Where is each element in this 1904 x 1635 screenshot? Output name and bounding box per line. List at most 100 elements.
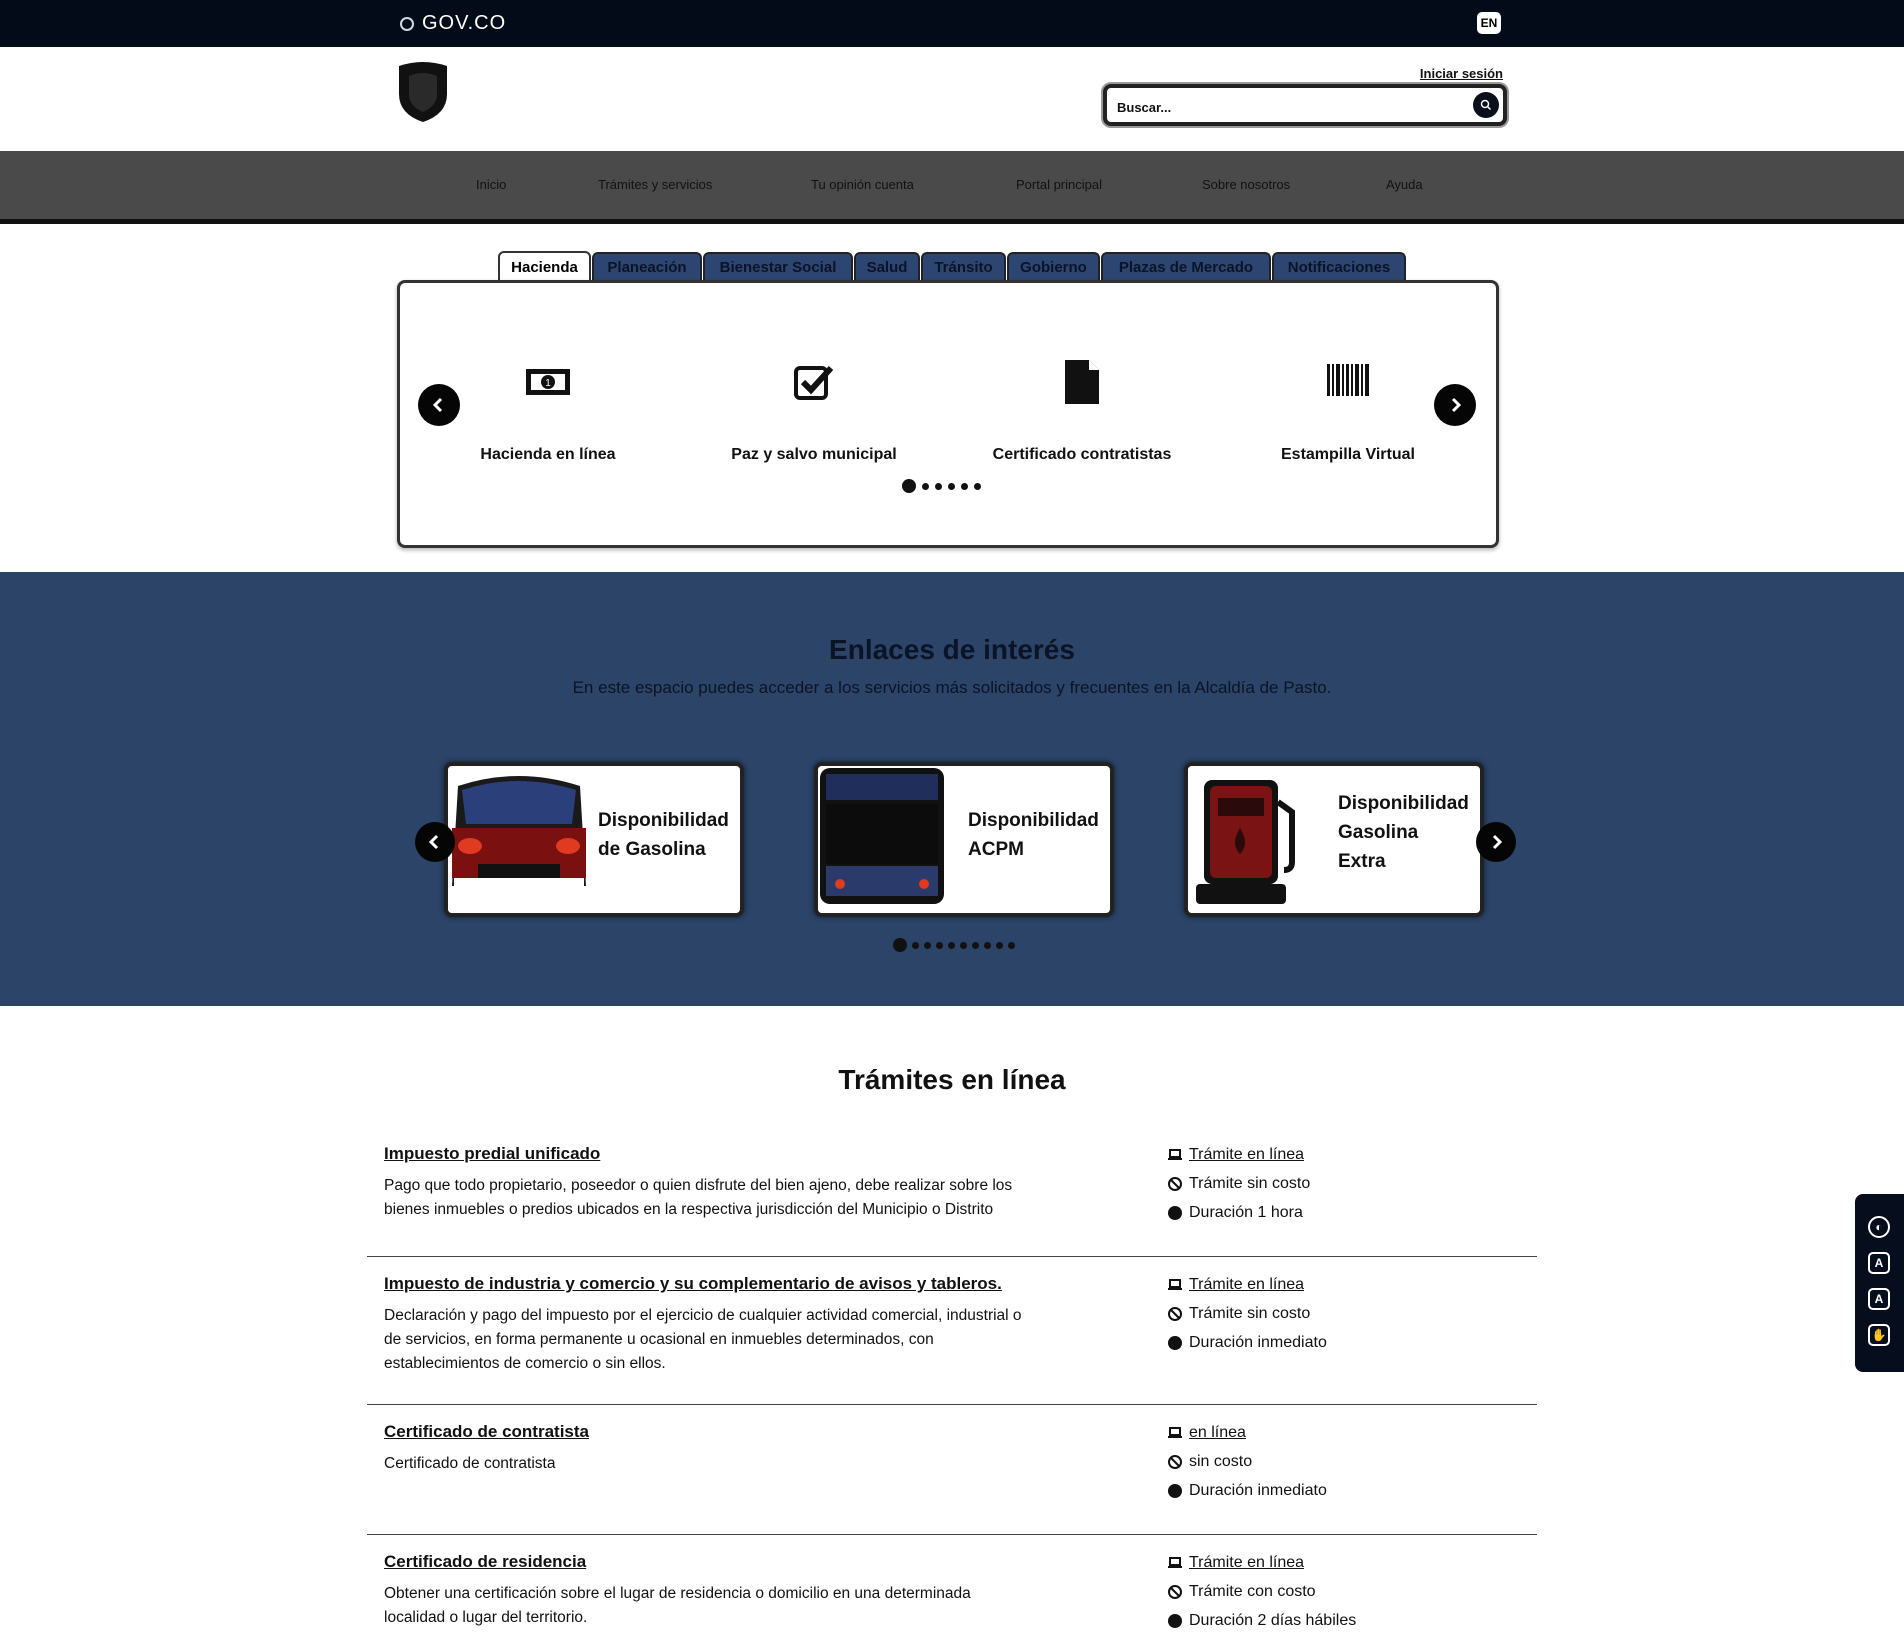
carousel-dot[interactable] bbox=[924, 941, 931, 949]
main-nav: Inicio Trámites y servicios Tu opinión c… bbox=[0, 151, 1904, 224]
carousel-dot[interactable] bbox=[961, 482, 968, 490]
contrast-icon[interactable]: ◐ bbox=[1868, 1216, 1890, 1238]
service-certificado-contratistas[interactable]: Certificado contratistas bbox=[962, 360, 1202, 470]
tramite-mode-link[interactable]: Trámite en línea bbox=[1189, 1270, 1304, 1299]
tab-planeacion[interactable]: Planeación bbox=[592, 252, 702, 280]
clock-icon bbox=[1168, 1483, 1182, 1498]
enlaces-subtitle: En este espacio puedes acceder a los ser… bbox=[572, 678, 1332, 697]
no-cost-icon bbox=[1168, 1454, 1182, 1469]
laptop-icon bbox=[1168, 1148, 1182, 1160]
gov-logo[interactable]: GOV.CO bbox=[400, 12, 506, 35]
no-cost-icon bbox=[1168, 1306, 1182, 1321]
tramite-title-link[interactable]: Impuesto de industria y comercio y su co… bbox=[384, 1274, 1002, 1294]
language-toggle-button[interactable]: EN bbox=[1477, 12, 1501, 34]
municipal-crest-logo[interactable] bbox=[395, 60, 451, 124]
service-label: Hacienda en línea bbox=[480, 446, 616, 463]
laptop-icon bbox=[1168, 1278, 1182, 1290]
tramite-description: Declaración y pago del impuesto por el e… bbox=[384, 1307, 1022, 1372]
search-input[interactable] bbox=[1115, 94, 1459, 120]
tramites-title: Trámites en línea bbox=[838, 1064, 1066, 1095]
nav-item-ayuda[interactable]: Ayuda bbox=[1386, 177, 1423, 192]
carousel-dot[interactable] bbox=[948, 941, 955, 949]
tramite-title-link[interactable]: Certificado de contratista bbox=[384, 1422, 589, 1442]
carousel-dot[interactable] bbox=[936, 941, 943, 949]
carousel-dot[interactable] bbox=[935, 482, 942, 490]
card-title: Disponibilidad Gasolina Extra bbox=[1338, 793, 1469, 872]
service-label: Certificado contratistas bbox=[992, 446, 1172, 463]
tramite-title-link[interactable]: Impuesto predial unificado bbox=[384, 1144, 600, 1164]
tramite-mode-link[interactable]: en línea bbox=[1189, 1418, 1246, 1447]
services-carousel-dots bbox=[902, 479, 981, 493]
carousel-dot[interactable] bbox=[1008, 941, 1015, 949]
tramite-duration: Duración inmediato bbox=[1189, 1334, 1327, 1351]
tramite-cost: Trámite con costo bbox=[1189, 1583, 1316, 1600]
tramite-meta: Trámite en línea Trámite sin costo Durac… bbox=[1168, 1270, 1327, 1357]
tramite-row: Impuesto de industria y comercio y su co… bbox=[367, 1256, 1537, 1405]
gov-bar: GOV.CO EN bbox=[0, 0, 1904, 47]
links-carousel-dots bbox=[893, 938, 1015, 952]
tab-plazas-de-mercado[interactable]: Plazas de Mercado bbox=[1101, 252, 1271, 280]
car-image bbox=[448, 766, 590, 913]
tramite-mode-link[interactable]: Trámite en línea bbox=[1189, 1548, 1304, 1577]
gov-logo-text: GOV.CO bbox=[422, 12, 507, 34]
decrease-font-icon[interactable]: A bbox=[1868, 1252, 1890, 1274]
tramite-meta: Trámite en línea Trámite con costo Durac… bbox=[1168, 1548, 1356, 1635]
nav-item-portal[interactable]: Portal principal bbox=[1016, 177, 1102, 192]
chevron-left-icon bbox=[428, 834, 439, 850]
service-hacienda-en-linea[interactable]: 1 Hacienda en línea bbox=[428, 366, 668, 476]
accessibility-toolbar: ◐ A A ✋ bbox=[1855, 1194, 1904, 1372]
tab-gobierno[interactable]: Gobierno bbox=[1007, 252, 1100, 280]
checkbox-icon bbox=[794, 365, 834, 400]
tramite-row: Certificado de contratista Certificado d… bbox=[367, 1404, 1537, 1535]
carousel-dot[interactable] bbox=[912, 941, 919, 949]
search-button[interactable] bbox=[1473, 92, 1499, 118]
service-estampilla-virtual[interactable]: Estampilla Virtual bbox=[1228, 364, 1468, 474]
tramite-mode-link[interactable]: Trámite en línea bbox=[1189, 1140, 1304, 1169]
service-label: Estampilla Virtual bbox=[1281, 446, 1415, 463]
link-card-gasolina-extra[interactable]: Disponibilidad Gasolina Extra bbox=[1184, 762, 1484, 917]
carousel-dot[interactable] bbox=[972, 941, 979, 949]
increase-font-icon[interactable]: A bbox=[1868, 1288, 1890, 1310]
nav-item-opinion[interactable]: Tu opinión cuenta bbox=[811, 177, 914, 192]
links-prev-button[interactable] bbox=[415, 822, 455, 862]
tramite-row: Impuesto predial unificado Pago que todo… bbox=[367, 1138, 1537, 1257]
tab-salud[interactable]: Salud bbox=[854, 252, 920, 280]
carousel-dot[interactable] bbox=[996, 941, 1003, 949]
clock-icon bbox=[1168, 1335, 1182, 1350]
barcode-icon bbox=[1327, 364, 1369, 396]
site-header bbox=[0, 47, 1904, 151]
no-cost-icon bbox=[1168, 1176, 1182, 1191]
links-next-button[interactable] bbox=[1476, 822, 1516, 862]
tab-transito[interactable]: Tránsito bbox=[921, 252, 1006, 280]
gov-shield-icon bbox=[400, 16, 414, 31]
tramite-description: Certificado de contratista bbox=[384, 1455, 556, 1472]
service-paz-y-salvo[interactable]: Paz y salvo municipal bbox=[694, 362, 934, 472]
tramite-title-link[interactable]: Certificado de residencia bbox=[384, 1552, 586, 1572]
carousel-dot[interactable] bbox=[893, 938, 907, 952]
laptop-icon bbox=[1168, 1556, 1182, 1568]
nav-item-inicio[interactable]: Inicio bbox=[476, 177, 506, 192]
carousel-dot[interactable] bbox=[948, 482, 955, 490]
tramite-meta: en línea sin costo Duración inmediato bbox=[1168, 1418, 1327, 1505]
login-link[interactable]: Iniciar sesión bbox=[1400, 66, 1503, 81]
search-box bbox=[1103, 84, 1507, 126]
nav-item-sobre-nosotros[interactable]: Sobre nosotros bbox=[1202, 177, 1290, 192]
sign-language-icon[interactable]: ✋ bbox=[1868, 1324, 1890, 1346]
tramite-cost: sin costo bbox=[1189, 1453, 1253, 1470]
carousel-dot[interactable] bbox=[984, 941, 991, 949]
tramite-row: Certificado de residencia Obtener una ce… bbox=[367, 1534, 1537, 1630]
fuel-pump-image bbox=[1188, 766, 1330, 913]
tab-bienestar-social[interactable]: Bienestar Social bbox=[703, 252, 853, 280]
bus-image bbox=[818, 766, 960, 913]
link-card-acpm[interactable]: Disponibilidad ACPM bbox=[814, 762, 1114, 917]
tab-hacienda[interactable]: Hacienda bbox=[498, 251, 591, 282]
carousel-dot[interactable] bbox=[974, 482, 981, 490]
tab-notificaciones[interactable]: Notificaciones bbox=[1272, 252, 1406, 280]
document-icon bbox=[1065, 360, 1099, 404]
carousel-dot[interactable] bbox=[922, 482, 929, 490]
carousel-dot[interactable] bbox=[960, 941, 967, 949]
clock-icon bbox=[1168, 1205, 1182, 1220]
nav-item-tramites[interactable]: Trámites y servicios bbox=[598, 177, 712, 192]
carousel-dot[interactable] bbox=[902, 479, 916, 493]
link-card-gasolina[interactable]: Disponibilidad de Gasolina bbox=[444, 762, 744, 917]
